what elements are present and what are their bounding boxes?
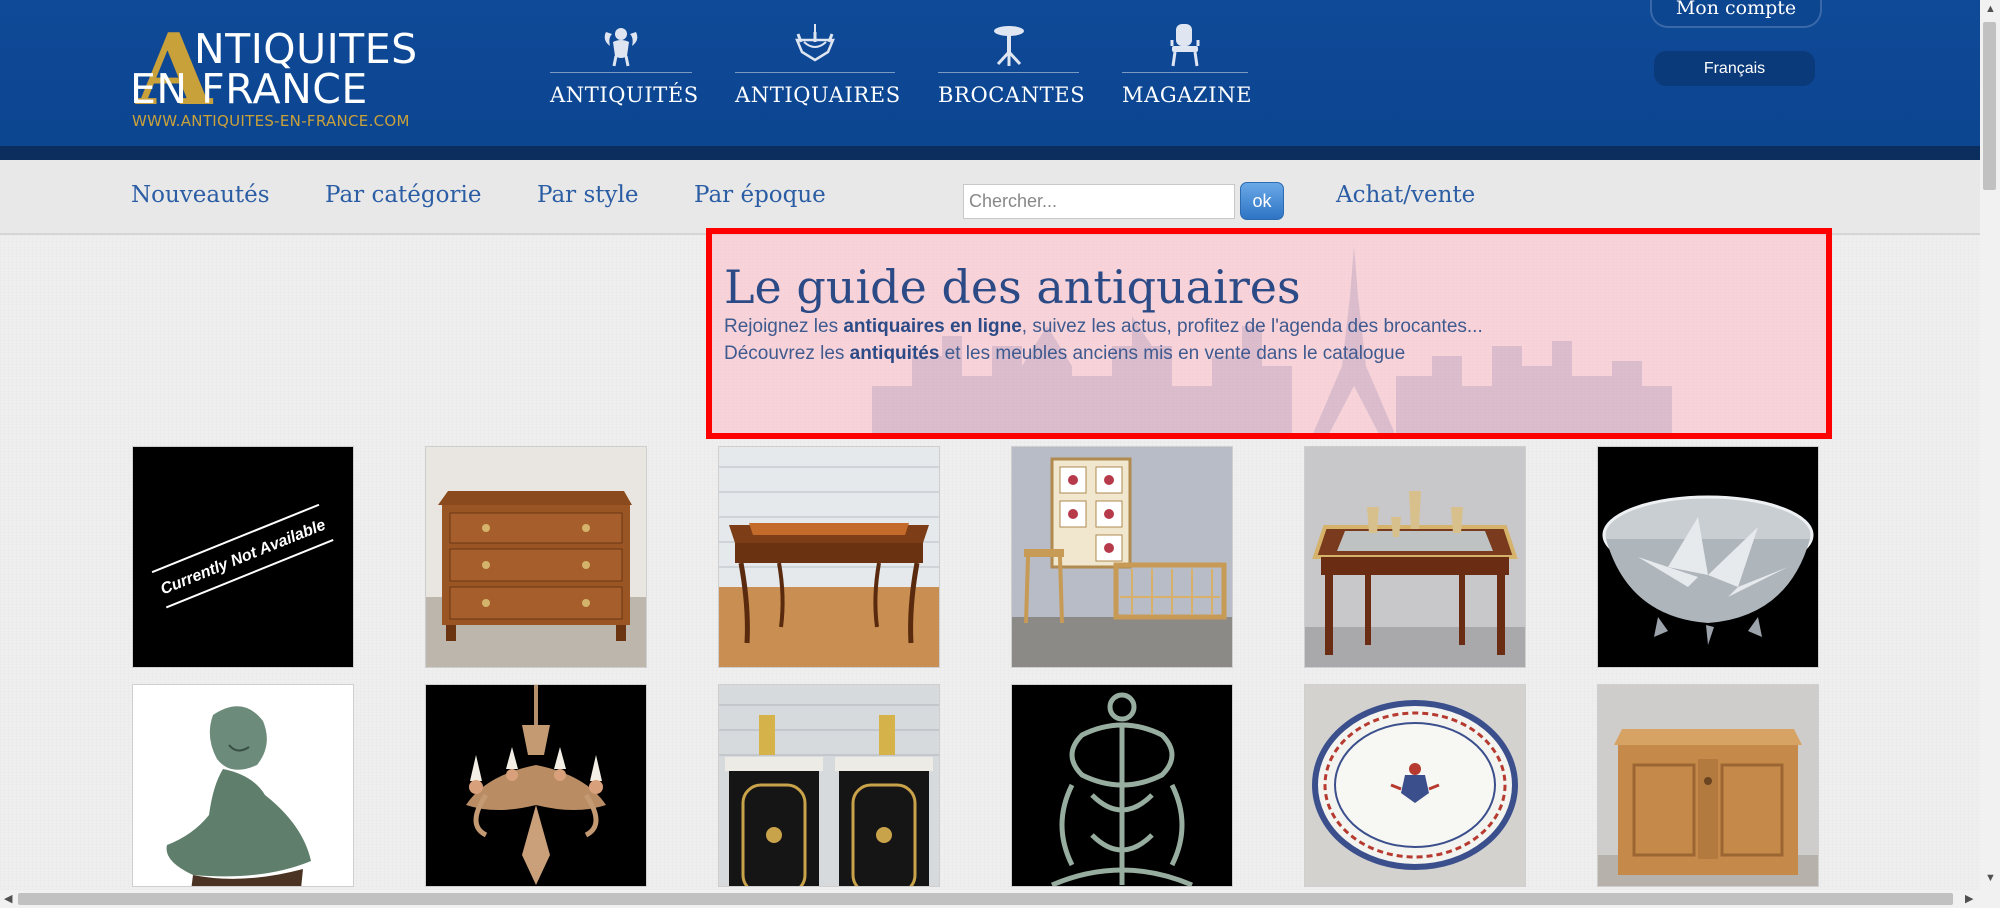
nav-antiquites[interactable]: ANTIQUITÉS [550, 22, 699, 112]
nav-divider [938, 72, 1079, 73]
tray-table-image [1305, 447, 1525, 667]
scroll-right-arrow-icon[interactable]: ▶ [1965, 893, 1973, 905]
logo-line-1: NTIQUITES [194, 25, 418, 73]
subnav-par-style[interactable]: Par style [537, 182, 638, 208]
site-logo[interactable]: A NTIQUITES EN FRANCE WWW.ANTIQUITES-EN-… [130, 22, 440, 134]
chair-icon [1170, 24, 1200, 67]
product-thumbnail-desk[interactable] [718, 446, 940, 668]
sub-navigation: Nouveautés Par catégorie Par style Par é… [0, 160, 1980, 235]
nav-divider [735, 72, 895, 73]
search-input[interactable] [963, 184, 1235, 219]
site-header: A NTIQUITES EN FRANCE WWW.ANTIQUITES-EN-… [0, 0, 1980, 146]
product-thumbnail-chest[interactable] [1597, 684, 1819, 887]
product-thumbnail-cabinet-pair[interactable] [718, 684, 940, 887]
chandelier-icon [795, 24, 835, 62]
product-thumbnail-cast-iron[interactable] [1011, 684, 1233, 887]
product-thumbnail-unavailable[interactable]: Currently Not Available [132, 446, 354, 668]
glass-bowl-image [1598, 447, 1818, 667]
intro-banner: Le guide des antiquaires Rejoignez les a… [706, 228, 1832, 439]
product-thumbnail-bamboo-set[interactable] [1011, 446, 1233, 668]
language-selector[interactable]: Français [1654, 51, 1815, 86]
intro-link-antiquaires[interactable]: antiquaires en ligne [843, 316, 1021, 337]
logo-url: WWW.ANTIQUITES-EN-FRANCE.COM [132, 112, 410, 130]
cherub-icon [604, 28, 638, 67]
logo-line-2: EN FRANCE [130, 65, 368, 113]
product-thumbnail-chandelier[interactable] [425, 684, 647, 887]
bamboo-furniture-image [1012, 447, 1232, 667]
my-account-button[interactable]: Mon compte [1650, 0, 1822, 28]
product-thumbnail-tray-table[interactable] [1304, 446, 1526, 668]
writing-desk-image [719, 447, 939, 667]
nav-divider [1122, 72, 1248, 73]
product-thumbnail-glass-bowl[interactable] [1597, 446, 1819, 668]
nav-label: MAGAZINE [1122, 83, 1253, 107]
intro-link-antiquites[interactable]: antiquités [850, 343, 940, 364]
nav-divider [550, 72, 692, 73]
faience-platter-image [1305, 685, 1525, 886]
intro-text: Découvrez les [724, 343, 850, 364]
subnav-par-epoque[interactable]: Par époque [694, 182, 826, 208]
nav-label: ANTIQUAIRES [735, 83, 901, 107]
product-thumbnail-bust[interactable] [132, 684, 354, 887]
scroll-down-arrow-icon[interactable]: ▼ [1985, 872, 1996, 884]
commode-image [426, 447, 646, 667]
horizontal-scrollbar-thumb[interactable] [18, 893, 1953, 905]
intro-text: , suivez les actus, profitez de l'agenda… [1021, 316, 1483, 337]
gueridon-table-icon [993, 26, 1024, 66]
intro-text-line-1: Rejoignez les antiquaires en ligne, suiv… [724, 316, 1483, 338]
header-divider [0, 146, 1980, 160]
cast-iron-rack-image [1012, 685, 1232, 886]
nav-label: ANTIQUITÉS [550, 83, 699, 107]
intro-text: Rejoignez les [724, 316, 844, 337]
product-thumbnail-commode[interactable] [425, 446, 647, 668]
scroll-up-arrow-icon[interactable]: ▲ [1985, 3, 1996, 15]
murano-chandelier-image [426, 685, 646, 886]
scroll-left-arrow-icon[interactable]: ◀ [4, 893, 12, 905]
nav-label: BROCANTES [938, 83, 1086, 107]
intro-text: et les meubles anciens mis en vente dans… [939, 343, 1406, 364]
product-thumbnail-platter[interactable] [1304, 684, 1526, 887]
nav-brocantes[interactable]: BROCANTES [938, 22, 1086, 112]
nav-magazine[interactable]: MAGAZINE [1122, 22, 1253, 112]
vertical-scrollbar-thumb[interactable] [1983, 22, 1996, 190]
intro-text-line-2: Découvrez les antiquités et les meubles … [724, 343, 1405, 365]
not-available-image: Currently Not Available [133, 447, 353, 667]
subnav-nouveautes[interactable]: Nouveautés [131, 182, 270, 208]
subnav-achat-vente[interactable]: Achat/vente [1336, 182, 1475, 208]
sculpture-bust-image [133, 685, 353, 886]
nav-antiquaires[interactable]: ANTIQUAIRES [735, 22, 901, 112]
subnav-par-categorie[interactable]: Par catégorie [325, 182, 481, 208]
napoleon-cabinets-image [719, 685, 939, 886]
search-button[interactable]: ok [1240, 182, 1284, 220]
wooden-chest-image [1598, 685, 1818, 886]
page-title: Le guide des antiquaires [724, 260, 1301, 314]
